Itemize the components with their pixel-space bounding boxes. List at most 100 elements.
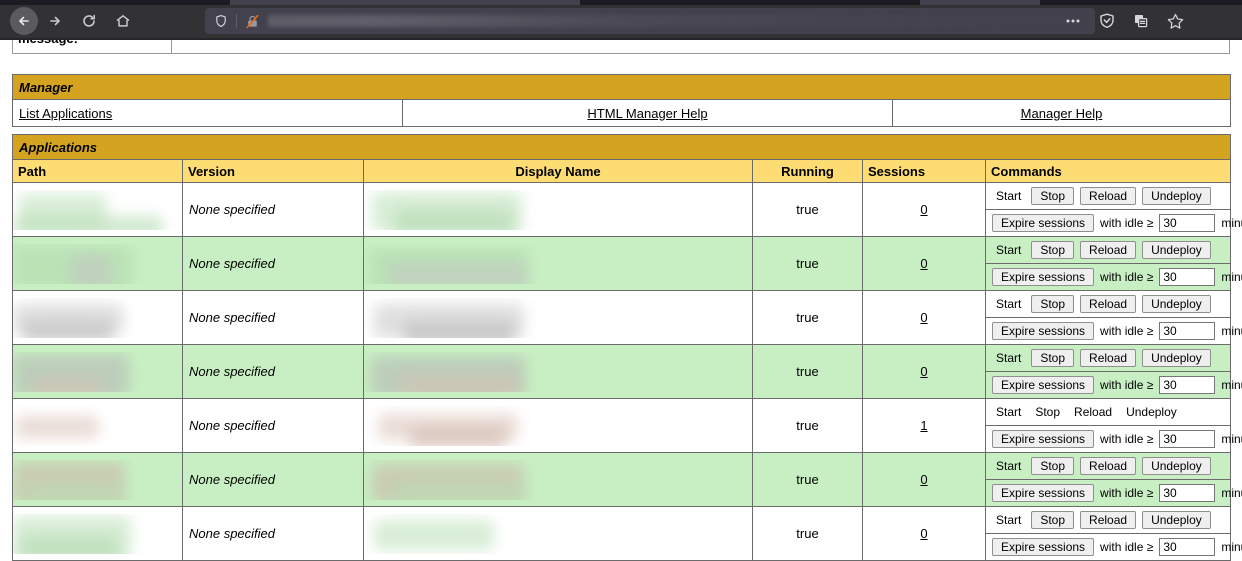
undeploy-button[interactable]: Undeploy [1142,511,1211,529]
undeploy-button[interactable]: Undeploy [1142,349,1211,367]
table-row: None specified true 0 Start Stop Reload Undepl… [12,182,1242,237]
cell-display-name [363,506,753,561]
applications-header-row: Path Version Display Name Running Sessio… [12,159,1232,183]
idle-minutes-input[interactable] [1159,376,1216,394]
url-text[interactable] [268,15,1089,27]
cell-path [12,452,183,507]
library-icon[interactable] [1130,10,1152,32]
idle-minutes-input[interactable] [1159,268,1216,286]
manager-links-row: List Applications HTML Manager Help Mana… [12,99,1231,127]
cell-path [12,344,183,399]
browser-nav-buttons [10,7,140,35]
undeploy-button[interactable]: Undeploy [1142,241,1211,259]
reload-icon[interactable] [72,7,106,35]
start-button: Start [996,513,1022,527]
stop-button[interactable]: Stop [1031,241,1075,259]
sessions-link[interactable]: 1 [920,418,927,433]
stop-button[interactable]: Stop [1031,295,1075,313]
idle-minutes-input[interactable] [1159,538,1216,556]
cell-version: None specified [182,506,364,561]
table-row: None specified true 0 Start Stop Reload Undepl… [12,236,1242,291]
start-button: Start [996,459,1022,473]
address-bar[interactable] [205,8,1095,34]
link-html-manager-help[interactable]: HTML Manager Help [587,106,707,121]
column-header-version: Version [182,159,364,183]
forward-icon[interactable] [38,7,72,35]
link-manager-help[interactable]: Manager Help [1021,106,1103,121]
cell-commands: Start Stop Reload Undeploy Expire sessions wi… [984,398,1242,453]
manager-cell-html-manager-help: HTML Manager Help [402,99,893,127]
reload-button[interactable]: Reload [1080,511,1137,529]
idle-suffix-label: minutes [1221,378,1242,392]
reload-button[interactable]: Reload [1080,295,1137,313]
cell-display-name [363,236,753,291]
home-icon[interactable] [106,7,140,35]
expire-sessions-button[interactable]: Expire sessions [992,268,1095,286]
reload-button: Reload [1074,405,1113,419]
cell-display-name [363,398,753,453]
expire-sessions-button[interactable]: Expire sessions [992,322,1095,340]
browser-tab[interactable] [920,0,1040,5]
sessions-link[interactable]: 0 [920,364,927,379]
cell-commands: Start Stop Reload Undeploy Expire sessions wi… [984,344,1242,399]
idle-minutes-input[interactable] [1159,430,1216,448]
cell-commands: Start Stop Reload Undeploy Expire sessions wi… [984,506,1242,561]
bookmark-star-icon[interactable] [1164,10,1186,32]
expire-sessions-button[interactable]: Expire sessions [992,376,1095,394]
expire-sessions-button[interactable]: Expire sessions [992,538,1095,556]
sessions-link[interactable]: 0 [920,472,927,487]
reload-button[interactable]: Reload [1080,349,1137,367]
cell-sessions: 0 [862,236,986,291]
reload-button[interactable]: Reload [1080,241,1137,259]
cell-sessions: 0 [862,344,986,399]
chrome-shadow [0,38,1242,40]
idle-suffix-label: minutes [1221,270,1242,284]
cell-sessions: 0 [862,290,986,345]
idle-prefix-label: with idle ≥ [1100,324,1154,338]
table-row: None specified true 0 Start Stop Reload Undepl… [12,290,1242,345]
reload-button[interactable]: Reload [1080,187,1137,205]
browser-toolbar-actions [1062,8,1186,34]
urlbar-divider [236,14,237,28]
stop-button[interactable]: Stop [1031,457,1075,475]
table-row: None specified true 1 Start Stop Reload Undepl… [12,398,1242,453]
cell-running: true [752,506,863,561]
sessions-link[interactable]: 0 [920,526,927,541]
cell-running: true [752,344,863,399]
sessions-link[interactable]: 0 [920,202,927,217]
expire-sessions-button[interactable]: Expire sessions [992,484,1095,502]
undeploy-button[interactable]: Undeploy [1142,295,1211,313]
cell-display-name [363,452,753,507]
page-actions-icon[interactable] [1062,10,1084,32]
sessions-link[interactable]: 0 [920,310,927,325]
browser-tab[interactable] [230,0,580,5]
cell-path [12,236,183,291]
idle-minutes-input[interactable] [1159,484,1216,502]
undeploy-button[interactable]: Undeploy [1142,187,1211,205]
expire-sessions-button[interactable]: Expire sessions [992,214,1095,232]
link-list-applications[interactable]: List Applications [19,106,112,121]
stop-button[interactable]: Stop [1031,349,1075,367]
shield-icon[interactable] [211,11,231,31]
reader-mode-icon[interactable] [1096,10,1118,32]
cell-sessions: 0 [862,182,986,237]
reload-button[interactable]: Reload [1080,457,1137,475]
idle-minutes-input[interactable] [1159,214,1216,232]
cell-path [12,398,183,453]
cell-sessions: 0 [862,452,986,507]
sessions-link[interactable]: 0 [920,256,927,271]
stop-button[interactable]: Stop [1031,187,1075,205]
back-icon[interactable] [10,7,38,35]
insecure-lock-icon[interactable] [242,11,262,31]
applications-title-row: Applications [11,134,1232,160]
stop-button[interactable]: Stop [1031,511,1075,529]
cell-path [12,290,183,345]
idle-minutes-input[interactable] [1159,322,1216,340]
cell-display-name [363,182,753,237]
manager-title-row: Manager [12,74,1231,100]
table-row: None specified true 0 Start Stop Reload Undepl… [12,452,1242,507]
expire-sessions-button[interactable]: Expire sessions [992,430,1095,448]
column-header-display-name: Display Name [363,159,753,183]
undeploy-button[interactable]: Undeploy [1142,457,1211,475]
idle-prefix-label: with idle ≥ [1100,378,1154,392]
